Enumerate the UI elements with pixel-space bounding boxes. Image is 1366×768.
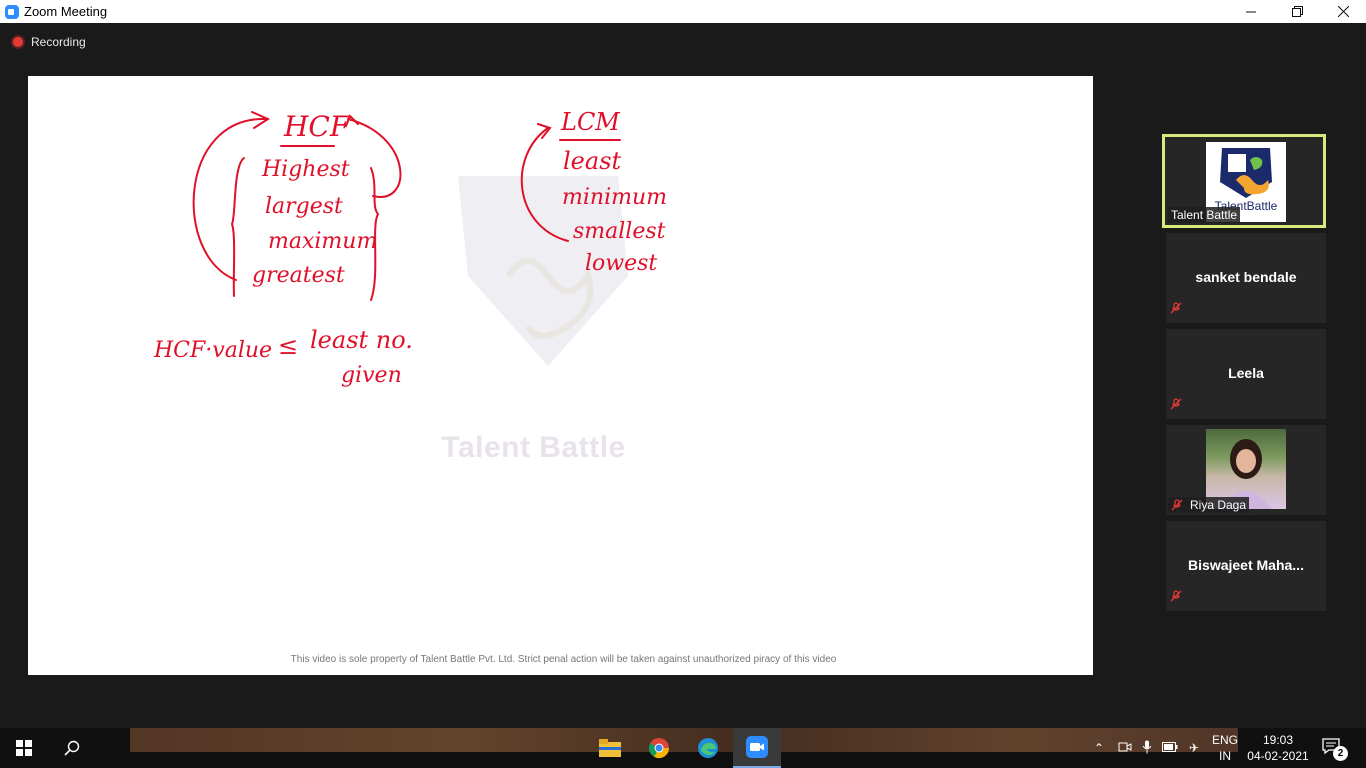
recording-indicator[interactable]: Recording — [13, 35, 86, 49]
hcf-rule-right2: given — [341, 363, 402, 388]
restore-button[interactable] — [1274, 0, 1320, 23]
minimize-button[interactable] — [1228, 0, 1274, 23]
windows-start-icon — [16, 740, 32, 756]
notification-count-badge: 2 — [1333, 746, 1348, 761]
minimize-icon — [1246, 11, 1256, 12]
shield-logo-icon — [1220, 148, 1272, 198]
participant-tile-leela[interactable]: Leela — [1166, 329, 1326, 419]
meeting-area: Recording Talent Battle HCF Highest larg… — [0, 23, 1366, 728]
microphone-icon[interactable] — [1136, 740, 1158, 757]
search-button[interactable] — [48, 728, 96, 768]
muted-mic-icon — [1171, 499, 1183, 511]
search-icon — [64, 740, 80, 756]
file-explorer-button[interactable] — [586, 728, 634, 768]
start-button[interactable] — [0, 728, 48, 768]
participant-name-label: Talent Battle — [1168, 207, 1241, 223]
shared-screen: Talent Battle HCF Highest largest maximu… — [28, 76, 1093, 675]
chrome-icon — [648, 738, 670, 759]
restore-icon — [1291, 6, 1303, 17]
hcf-rule-right: least no. — [310, 326, 413, 354]
muted-mic-icon — [1170, 589, 1182, 607]
participant-name: Leela — [1228, 365, 1264, 381]
lcm-word-0: least — [563, 147, 622, 175]
hcf-rule-sign: ≤ — [278, 332, 298, 360]
window-title: Zoom Meeting — [24, 4, 108, 19]
lcm-word-3: lowest — [585, 251, 657, 276]
lcm-word-1: minimum — [562, 185, 667, 210]
show-hidden-icons-icon[interactable]: ⌃ — [1090, 741, 1108, 755]
edge-icon — [698, 738, 718, 758]
copyright-note: This video is sole property of Talent Ba… — [290, 654, 837, 665]
participant-name-label: Riya Daga — [1168, 497, 1250, 513]
recording-dot-icon — [13, 37, 23, 47]
lcm-word-2: smallest — [573, 219, 666, 244]
system-tray: ⌃ ✈ — [1090, 728, 1206, 768]
taskbar: ⌃ ✈ ENG IN 19:03 04-02-2021 2 — [0, 728, 1366, 768]
participant-tile-sanket[interactable]: sanket bendale — [1166, 233, 1326, 323]
muted-mic-icon — [1170, 301, 1182, 319]
close-button[interactable] — [1320, 0, 1366, 23]
title-bar: Zoom Meeting — [0, 0, 1366, 23]
zoom-app-icon — [5, 4, 19, 19]
hcf-word-0: Highest — [261, 157, 350, 182]
language-indicator[interactable]: ENG IN — [1212, 732, 1238, 764]
notification-center-button[interactable]: 2 — [1322, 738, 1348, 761]
recording-label: Recording — [31, 35, 86, 49]
chrome-button[interactable] — [635, 728, 683, 768]
zoom-taskbar-button[interactable] — [733, 728, 781, 768]
handwritten-notes: HCF Highest largest maximum greatest HCF… — [153, 108, 667, 388]
battery-icon[interactable] — [1158, 741, 1182, 755]
participant-tile-biswajeet[interactable]: Biswajeet Maha... — [1166, 521, 1326, 611]
participant-tile-riya[interactable]: Riya Daga — [1166, 425, 1326, 515]
participant-name: sanket bendale — [1195, 269, 1297, 285]
hcf-word-2: maximum — [268, 229, 377, 254]
window-controls — [1228, 0, 1366, 23]
file-explorer-icon — [599, 739, 621, 757]
hcf-word-1: largest — [265, 194, 343, 219]
close-icon — [1337, 6, 1349, 17]
meet-now-icon[interactable] — [1114, 741, 1136, 756]
taskbar-clock[interactable]: 19:03 04-02-2021 — [1240, 732, 1316, 764]
participant-tile-talent-battle[interactable]: TalentBattle Talent Battle — [1162, 134, 1326, 228]
lcm-title: LCM — [560, 108, 621, 136]
zoom-icon — [746, 736, 768, 758]
hcf-rule-left: HCF·value — [153, 338, 272, 363]
clock-time: 19:03 — [1262, 733, 1294, 747]
network-airplane-icon[interactable]: ✈ — [1182, 741, 1206, 755]
clock-date: 04-02-2021 — [1247, 749, 1309, 763]
hcf-title: HCF — [283, 110, 351, 143]
hcf-word-3: greatest — [252, 263, 345, 288]
muted-mic-icon — [1170, 397, 1182, 415]
participant-name: Biswajeet Maha... — [1188, 557, 1304, 573]
edge-button[interactable] — [684, 728, 732, 768]
